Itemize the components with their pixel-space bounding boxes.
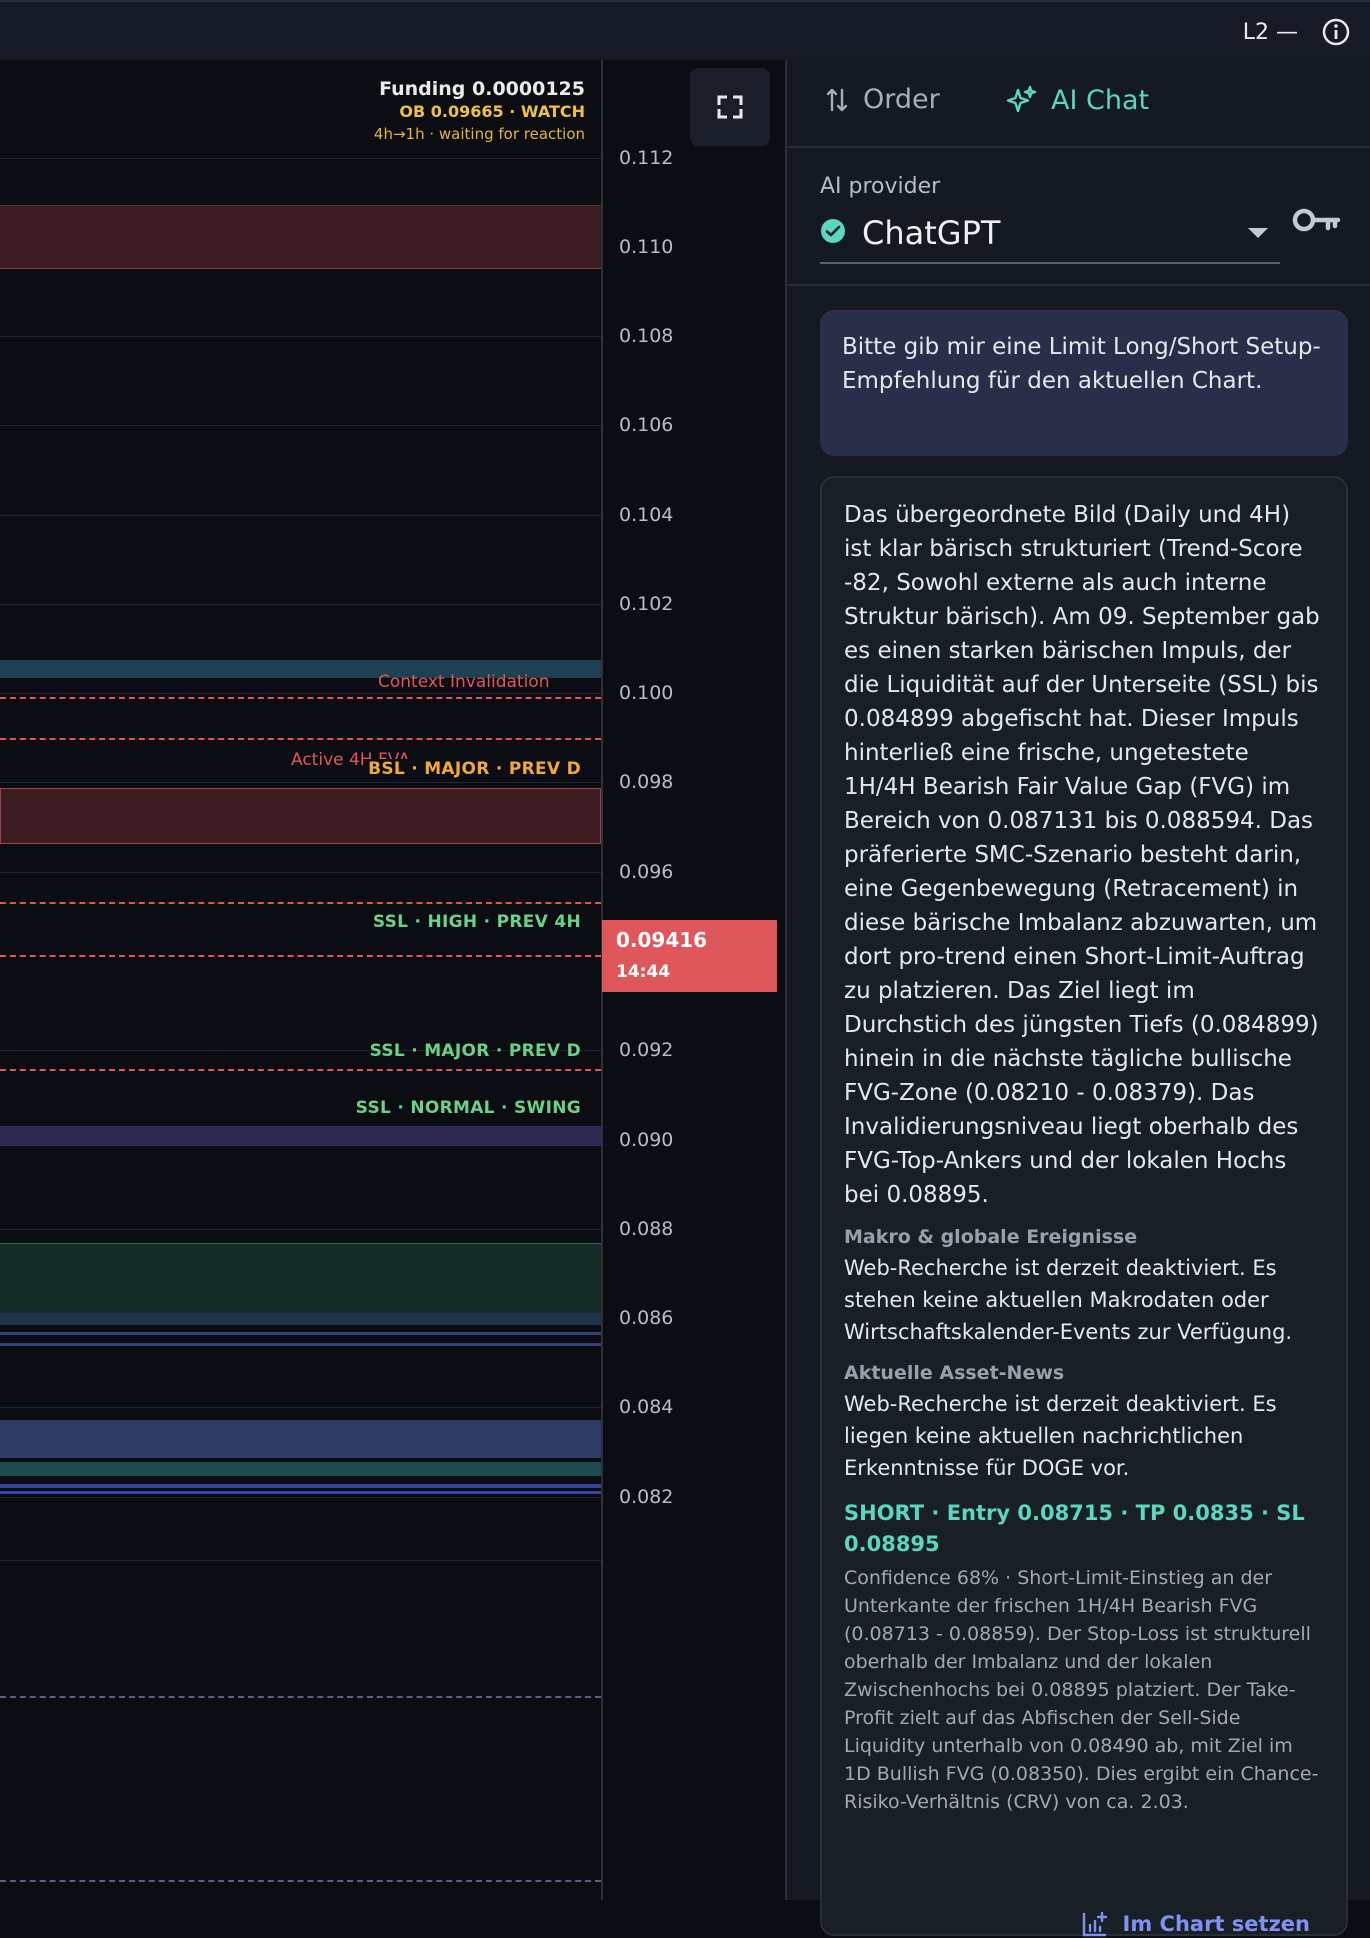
- context-invalidation-line: [0, 697, 601, 699]
- axis-tick: 0.100: [619, 682, 674, 704]
- candle-countdown: 14:44: [616, 962, 671, 982]
- tab-ai-chat-label: AI Chat: [1051, 84, 1150, 116]
- context-invalidation-label: Context Invalidation: [378, 672, 550, 692]
- bullish-zone: [0, 1243, 601, 1314]
- set-in-chart-button[interactable]: Im Chart setzen: [1081, 1910, 1310, 1938]
- axis-tick: 0.088: [619, 1218, 674, 1240]
- gridline: [0, 872, 601, 873]
- trade-signal: SHORT · Entry 0.08715 · TP 0.0835 · SL 0…: [844, 1501, 1305, 1556]
- ssl-major-label: SSL · MAJOR · PREV D: [369, 1041, 581, 1061]
- current-price-tag: 0.09416 14:44: [602, 920, 777, 992]
- liquidity-band-line: [0, 1484, 601, 1488]
- ssl-major-dashed-line: [0, 1069, 601, 1071]
- timeframe-status: 4h→1h · waiting for reaction: [373, 125, 585, 143]
- macro-heading: Makro & globale Ereignisse: [844, 1226, 1138, 1248]
- active-fva-zone: [0, 788, 601, 844]
- news-text: Web-Recherche ist derzeit deaktiviert. E…: [844, 1392, 1277, 1480]
- axis-tick: 0.098: [619, 771, 674, 793]
- info-icon[interactable]: [1322, 18, 1350, 46]
- gridline: [0, 693, 601, 694]
- ai-message: Das übergeordnete Bild (Daily und 4H) is…: [820, 476, 1348, 1938]
- provider-label: AI provider: [820, 174, 941, 199]
- axis-tick: 0.084: [619, 1396, 674, 1418]
- axis-tick: 0.092: [619, 1039, 674, 1061]
- axis-tick: 0.108: [619, 325, 674, 347]
- bearish-zone: [0, 205, 601, 269]
- panel-tabs: Order AI Chat: [787, 60, 1370, 148]
- axis-tick: 0.090: [619, 1129, 674, 1151]
- funding-info: Funding 0.0000125 OB 0.09665 · WATCH 4h→…: [374, 78, 585, 143]
- news-heading: Aktuelle Asset-News: [844, 1362, 1065, 1384]
- current-price: 0.09416: [616, 928, 708, 952]
- chevron-down-icon: [1248, 228, 1268, 238]
- liquidity-band: [0, 1462, 601, 1476]
- l2-toggle[interactable]: L2 —: [1243, 20, 1298, 45]
- dashed-level-line: [0, 1880, 601, 1882]
- axis-tick: 0.106: [619, 414, 674, 436]
- user-message: Bitte gib mir eine Limit Long/Short Setu…: [820, 310, 1348, 456]
- purple-band: [0, 1126, 601, 1146]
- provider-select[interactable]: ChatGPT: [820, 208, 1280, 264]
- axis-tick: 0.112: [619, 147, 674, 169]
- funding-rate: Funding 0.0000125: [379, 78, 585, 100]
- ssl-normal-label: SSL · NORMAL · SWING: [355, 1098, 581, 1118]
- side-panel: Order AI Chat AI provider ChatGPT Bitte …: [785, 60, 1370, 1937]
- order-block-status: OB 0.09665 · WATCH: [399, 102, 585, 121]
- chart-plot-area[interactable]: Context Invalidation Active 4H FVA BSL ·…: [0, 60, 601, 1900]
- axis-tick: 0.096: [619, 861, 674, 883]
- blue-band-line: [0, 1343, 601, 1346]
- gridline: [0, 336, 601, 337]
- price-chart[interactable]: Context Invalidation Active 4H FVA BSL ·…: [0, 60, 785, 1900]
- top-bar: L2 —: [0, 0, 1370, 60]
- gridline: [0, 782, 601, 783]
- ssl-high-dashed-line: [0, 955, 601, 957]
- fullscreen-button[interactable]: [690, 68, 770, 146]
- axis-tick: 0.086: [619, 1307, 674, 1329]
- gridline: [0, 604, 601, 605]
- gridline: [0, 1497, 601, 1498]
- swap-vertical-icon: [826, 88, 848, 111]
- axis-tick: 0.104: [619, 504, 674, 526]
- tab-order-label: Order: [863, 84, 940, 115]
- tab-order[interactable]: Order: [825, 84, 940, 115]
- ssl-high-label: SSL · HIGH · PREV 4H: [372, 912, 581, 932]
- liquidity-band: [0, 1420, 601, 1458]
- confidence-text: Confidence 68% · Short-Limit-Einstieg an…: [844, 1567, 1319, 1813]
- set-in-chart-label: Im Chart setzen: [1122, 1912, 1310, 1936]
- check-circle-icon: [821, 219, 845, 243]
- fullscreen-icon: [717, 95, 743, 119]
- blue-band-line: [0, 1332, 601, 1335]
- divider: [787, 284, 1370, 286]
- axis-tick: 0.110: [619, 236, 674, 258]
- liquidity-band-line: [0, 1491, 601, 1494]
- bsl-dashed-line: [0, 738, 601, 740]
- key-icon[interactable]: [1292, 200, 1342, 240]
- dashed-level-line: [0, 1696, 601, 1698]
- chart-add-icon: [1082, 1911, 1107, 1937]
- gridline: [0, 1229, 601, 1230]
- axis-tick: 0.102: [619, 593, 674, 615]
- bsl-label: BSL · MAJOR · PREV D: [364, 759, 581, 779]
- gridline: [0, 1407, 601, 1408]
- gridline: [0, 1560, 601, 1561]
- blue-band: [0, 1313, 601, 1325]
- sparkle-icon: [1006, 85, 1037, 113]
- macro-text: Web-Recherche ist derzeit deaktiviert. E…: [844, 1256, 1293, 1344]
- axis-tick: 0.082: [619, 1486, 674, 1508]
- gridline: [0, 515, 601, 516]
- ai-analysis-text: Das übergeordnete Bild (Daily und 4H) is…: [844, 502, 1320, 1208]
- gridline: [0, 158, 601, 159]
- provider-value: ChatGPT: [862, 214, 1001, 252]
- dashed-level-line: [0, 902, 601, 904]
- gridline: [0, 425, 601, 426]
- tab-ai-chat[interactable]: AI Chat: [1005, 84, 1149, 116]
